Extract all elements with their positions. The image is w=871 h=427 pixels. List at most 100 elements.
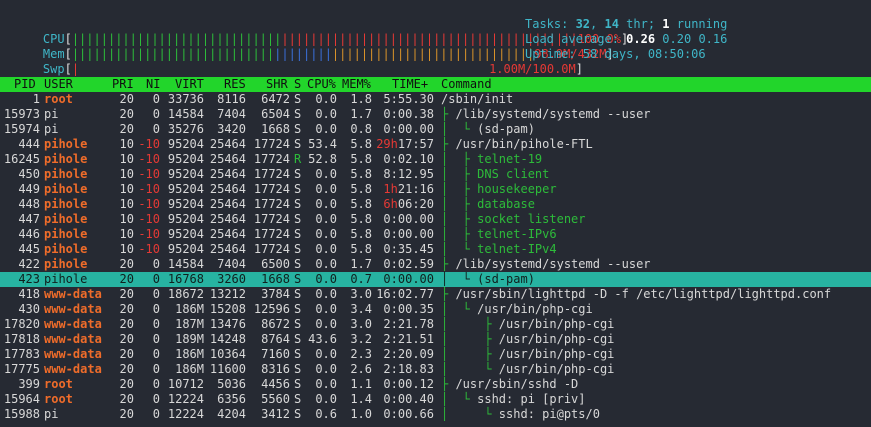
tree-connector: │ ├ — [441, 227, 478, 241]
table-row[interactable]: 450 pihole 10 -10 95204 25464 17724 S 0.0 5.8 8:12… — [0, 167, 871, 182]
table-row[interactable]: 418 www-data 20 0 18672 13212 3784 S 0.0 3.0 16:02… — [0, 287, 871, 302]
res-cell: 3420 — [217, 122, 246, 136]
running-count: 1 — [662, 17, 670, 31]
virt-cell: 95204 — [167, 227, 204, 241]
uptime: Uptime: 58 days, 08:50:06 — [525, 47, 706, 62]
mem-cell: 1.7 — [350, 257, 372, 271]
tree-connector: │ ├ — [441, 167, 478, 181]
col-state[interactable]: S — [294, 77, 301, 92]
cpu-cell: 0.0 — [315, 347, 337, 361]
shr-cell: 17724 — [253, 152, 290, 166]
cpu-cell: 0.0 — [315, 242, 337, 256]
table-row[interactable]: 15974 pi 20 0 35276 3420 1668 S 0.0 0.8 0:00.00 │ └… — [0, 122, 871, 137]
command-text: telnet-IPv4 — [477, 242, 557, 256]
virt-cell: 187M — [175, 317, 204, 331]
mem-cell: 2.3 — [350, 347, 372, 361]
table-row[interactable]: 422 pihole 20 0 14584 7404 6500 S 0.0 1.7 0:02.59 ├… — [0, 257, 871, 272]
mem-cell: 5.8 — [350, 242, 372, 256]
ni-cell: 0 — [152, 362, 160, 376]
ni-cell: -10 — [138, 137, 160, 151]
pid-cell: 423 — [18, 272, 40, 286]
col-time[interactable]: TIME+ — [392, 77, 428, 92]
mem-cell: 5.8 — [350, 182, 372, 196]
table-row[interactable]: 447 pihole 10 -10 95204 25464 17724 S 0.0 5.8 0:00… — [0, 212, 871, 227]
pid-cell: 17820 — [3, 317, 40, 331]
pid-cell: 15974 — [3, 122, 40, 136]
ni-cell: 0 — [152, 302, 160, 316]
tree-connector: │ └ — [441, 407, 499, 421]
swap-meter-value: 1.00M/100.0M — [489, 62, 576, 76]
virt-cell: 189M — [175, 332, 204, 346]
time-cell: 2:21.78 — [383, 317, 434, 331]
res-cell: 6356 — [217, 392, 246, 406]
tasks-label: Tasks: — [525, 17, 576, 31]
swap-meter-label: Swp — [42, 62, 65, 76]
ni-cell: 0 — [152, 407, 160, 421]
threads-count: 14 — [604, 17, 619, 31]
time-cell: 0:02.10 — [383, 152, 434, 166]
mem-cell: 0.8 — [350, 122, 372, 136]
command-cell: │ └ sshd: pi [priv] — [441, 392, 586, 407]
pid-cell: 15988 — [3, 407, 40, 421]
tree-connector: │ └ — [441, 362, 499, 376]
res-cell: 25464 — [209, 197, 246, 211]
table-row[interactable]: 399 root 20 0 10712 5036 4456 S 0.0 1.1 0:00.12 ├ /… — [0, 377, 871, 392]
table-row[interactable]: 445 pihole 10 -10 95204 25464 17724 S 0.0 5.8 0:35… — [0, 242, 871, 257]
mem-cell: 5.8 — [350, 137, 372, 151]
table-row[interactable]: 448 pihole 10 -10 95204 25464 17724 S 0.0 5.8 6h06… — [0, 197, 871, 212]
tasks-summary: Tasks: 32, 14 thr; 1 running — [525, 17, 727, 32]
col-mem[interactable]: MEM% — [342, 77, 371, 92]
table-row[interactable]: 17818 www-data 20 0 189M 14248 8764 S 43.6 3.2 2:2… — [0, 332, 871, 347]
table-row[interactable]: 17775 www-data 20 0 186M 11600 8316 S 0.0 2.6 2:18… — [0, 362, 871, 377]
table-row[interactable]: 15964 root 20 0 12224 6356 5560 S 0.0 1.4 0:00.40 │… — [0, 392, 871, 407]
table-row[interactable]: 423 pihole 20 0 16768 3260 1668 S 0.0 0.7 0:00.00 │… — [0, 272, 871, 287]
col-res[interactable]: RES — [224, 77, 246, 92]
table-row[interactable]: 1 root 20 0 33736 8116 6472 S 0.0 1.8 5:55.30/sbin… — [0, 92, 871, 107]
res-cell: 14248 — [209, 332, 246, 346]
col-command[interactable]: Command — [441, 77, 492, 92]
command-cell: /sbin/init — [441, 92, 513, 107]
mem-cell: 1.8 — [350, 92, 372, 106]
table-row[interactable]: 17783 www-data 20 0 186M 10364 7160 S 0.0 2.3 2:20… — [0, 347, 871, 362]
pid-cell: 450 — [18, 167, 40, 181]
pid-cell: 422 — [18, 257, 40, 271]
command-text: sshd: pi@pts/0 — [498, 407, 600, 421]
time-cell: 2:20.09 — [383, 347, 434, 361]
shr-cell: 8672 — [261, 317, 290, 331]
command-cell: │ ├ database — [441, 197, 535, 212]
table-row[interactable]: 15988 pi 20 0 12224 4204 3412 S 0.6 1.0 0:00.66 │ └… — [0, 407, 871, 422]
shr-cell: 1668 — [261, 122, 290, 136]
shr-cell: 12596 — [253, 302, 290, 316]
command-cell: │ ├ /usr/bin/php-cgi — [441, 317, 614, 332]
col-pri[interactable]: PRI — [112, 77, 134, 92]
table-row[interactable]: 430 www-data 20 0 186M 15208 12596 S 0.0 3.4 0:00.… — [0, 302, 871, 317]
res-cell: 5036 — [217, 377, 246, 391]
table-row[interactable]: 16245 pihole 10 -10 95204 25464 17724 R 52.8 5.8 0… — [0, 152, 871, 167]
time-hours: 1h — [383, 182, 398, 196]
col-pid[interactable]: PID — [14, 77, 36, 92]
tree-connector: │ └ — [441, 302, 478, 316]
ni-cell: -10 — [138, 167, 160, 181]
table-row[interactable]: 444 pihole 10 -10 95204 25464 17724 S 53.4 5.8 29h… — [0, 137, 871, 152]
virt-cell: 14584 — [167, 257, 204, 271]
load-average: Load average: 0.26 0.20 0.16 — [525, 32, 727, 47]
user-cell: pihole — [44, 212, 88, 226]
table-row[interactable]: 449 pihole 10 -10 95204 25464 17724 S 0.0 5.8 1h21… — [0, 182, 871, 197]
col-shr[interactable]: SHR — [266, 77, 288, 92]
shr-cell: 6500 — [261, 257, 290, 271]
table-row[interactable]: 17820 www-data 20 0 187M 13476 8672 S 0.0 3.0 2:21… — [0, 317, 871, 332]
user-cell: pi — [44, 407, 59, 421]
pid-cell: 15973 — [3, 107, 40, 121]
table-row[interactable]: 446 pihole 10 -10 95204 25464 17724 S 0.0 5.8 0:00… — [0, 227, 871, 242]
col-cpu[interactable]: CPU% — [307, 77, 336, 92]
tree-connector: │ ├ — [441, 317, 499, 331]
table-row[interactable]: 15973 pi 20 0 14584 7404 6504 S 0.0 1.7 0:00.38 ├ /… — [0, 107, 871, 122]
time-cell: 1h21:16 — [374, 182, 434, 197]
time-cell: 2:21.51 — [383, 332, 434, 346]
col-ni[interactable]: NI — [146, 77, 160, 92]
threads-label: thr; — [618, 17, 663, 31]
col-virt[interactable]: VIRT — [175, 77, 204, 92]
res-cell: 25464 — [209, 152, 246, 166]
command-text: /lib/systemd/systemd --user — [455, 107, 651, 121]
col-user[interactable]: USER — [44, 77, 73, 92]
